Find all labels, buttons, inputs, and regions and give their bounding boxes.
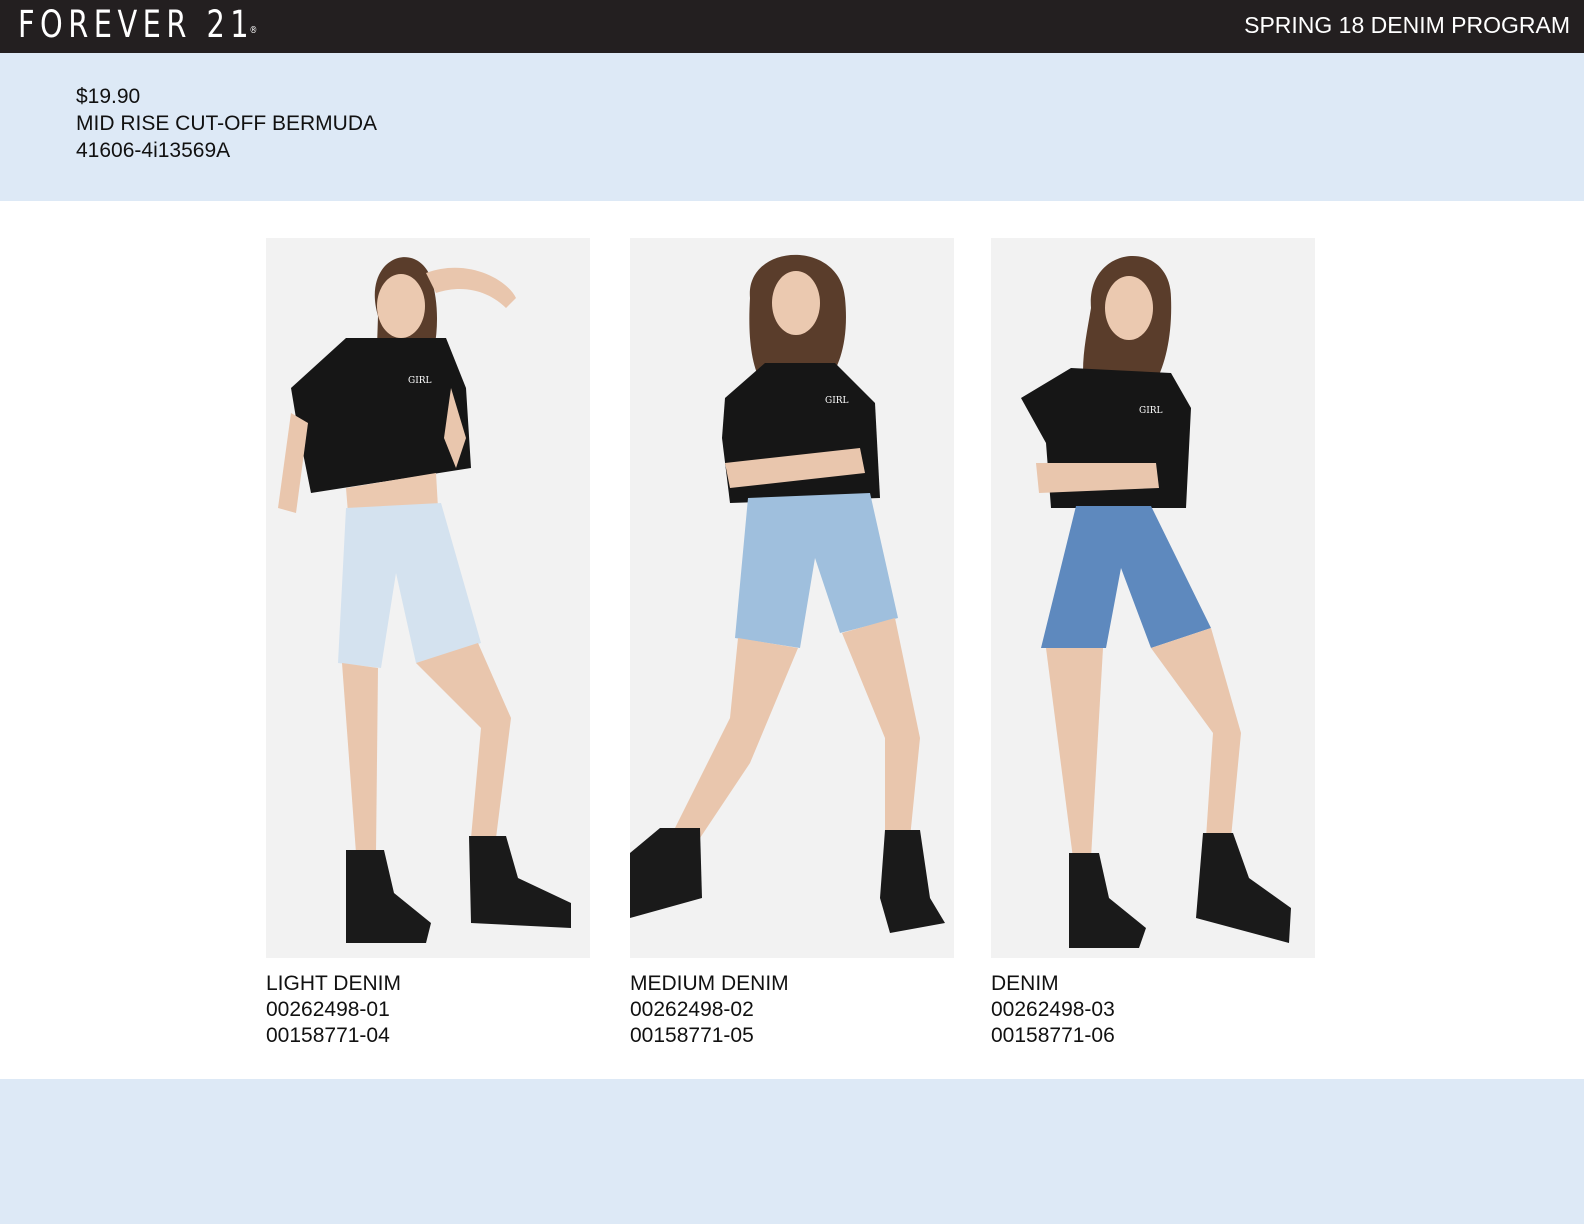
variant-code: 00262498-01 [266, 998, 390, 1021]
svg-text:GIRL: GIRL [408, 376, 432, 386]
product-price: $19.90 [76, 85, 141, 108]
header-bar: FOREVER 21® SPRING 18 DENIM PROGRAM [0, 0, 1584, 53]
brand-name: FOREVER 21 [18, 3, 255, 46]
variant-code: 00262498-02 [630, 998, 754, 1021]
product-style-number: 41606-4i13569A [76, 139, 231, 162]
product-name: MID RISE CUT-OFF BERMUDA [76, 112, 378, 135]
footer-band [0, 1079, 1584, 1224]
variant-code: 00158771-04 [266, 1024, 390, 1047]
program-title: SPRING 18 DENIM PROGRAM [1244, 12, 1570, 38]
variant-card-light-denim: GIRL LIGHT DENIM 00262498-01 00158771-04 [266, 238, 590, 1049]
product-info: $19.90 MID RISE CUT-OFF BERMUDA 41606-4i… [76, 83, 377, 164]
variant-card-denim: GIRL DENIM 00262498-03 00158771-06 [991, 238, 1315, 1049]
model-photo: GIRL [991, 238, 1315, 958]
variant-wash: LIGHT DENIM [266, 972, 401, 995]
variant-code: 00262498-03 [991, 998, 1115, 1021]
variant-wash: DENIM [991, 972, 1059, 995]
registered-mark: ® [249, 25, 258, 36]
variant-card-medium-denim: GIRL MEDIUM DENIM 00262498-02 00158771-0… [630, 238, 954, 1049]
model-photo: GIRL [630, 238, 954, 958]
variant-code: 00158771-05 [630, 1024, 754, 1047]
model-photo: GIRL [266, 238, 590, 958]
brand-logo: FOREVER 21® [18, 3, 262, 47]
variant-caption: DENIM 00262498-03 00158771-06 [991, 971, 1315, 1049]
variant-wash: MEDIUM DENIM [630, 972, 789, 995]
svg-text:GIRL: GIRL [825, 396, 849, 406]
variant-caption: MEDIUM DENIM 00262498-02 00158771-05 [630, 971, 954, 1049]
variant-caption: LIGHT DENIM 00262498-01 00158771-04 [266, 971, 590, 1049]
variant-code: 00158771-06 [991, 1024, 1115, 1047]
svg-text:GIRL: GIRL [1139, 406, 1163, 416]
